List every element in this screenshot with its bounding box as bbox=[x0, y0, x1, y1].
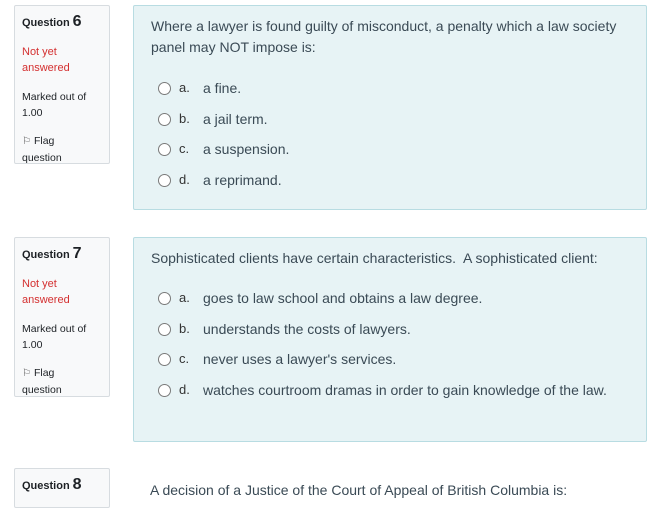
question-text: A decision of a Justice of the Court of … bbox=[150, 482, 568, 498]
answer-option[interactable]: a. a fine. bbox=[151, 78, 629, 98]
question-state: Not yet answered bbox=[22, 46, 70, 74]
radio-button[interactable] bbox=[158, 322, 171, 336]
answer-option[interactable]: b. a jail term. bbox=[151, 109, 629, 129]
question-info: Question 8 bbox=[14, 468, 110, 508]
answer-option[interactable]: d. a reprimand. bbox=[151, 170, 629, 190]
answer-text: goes to law school and obtains a law deg… bbox=[203, 290, 483, 306]
question-content: Sophisticated clients have certain chara… bbox=[133, 237, 647, 442]
answer-letter: b. bbox=[179, 320, 190, 336]
question-info: Question 6 Not yet answered Marked out o… bbox=[14, 5, 110, 164]
radio-button[interactable] bbox=[158, 383, 171, 397]
question-content: Where a lawyer is found guilty of miscon… bbox=[133, 5, 647, 210]
question-number: Question 6 bbox=[22, 13, 82, 30]
question-state: Not yet answered bbox=[22, 278, 70, 306]
flag-question-link[interactable]: ⚐ Flag question bbox=[22, 133, 82, 166]
question-text: Sophisticated clients have certain chara… bbox=[151, 250, 598, 266]
answer-list: a. a fine. b. a jail term. c. a suspensi… bbox=[151, 78, 629, 190]
question-grade: Marked out of 1.00 bbox=[22, 323, 87, 351]
answer-option[interactable]: c. never uses a lawyer's services. bbox=[151, 349, 629, 369]
flag-icon: ⚐ bbox=[22, 368, 31, 379]
flag-icon: ⚐ bbox=[22, 136, 31, 147]
radio-button[interactable] bbox=[158, 143, 171, 156]
radio-button[interactable] bbox=[158, 82, 171, 95]
question-number: Question 8 bbox=[22, 476, 82, 493]
question-info: Question 7 Not yet answered Marked out o… bbox=[14, 237, 110, 397]
answer-letter: a. bbox=[179, 80, 190, 95]
radio-button[interactable] bbox=[158, 353, 171, 366]
answer-option[interactable]: a. goes to law school and obtains a law … bbox=[151, 288, 629, 308]
question-text: Where a lawyer is found guilty of miscon… bbox=[151, 18, 617, 55]
question-number: Question 7 bbox=[22, 245, 82, 262]
question-grade: Marked out of 1.00 bbox=[22, 91, 87, 119]
answer-text: understands the costs of lawyers. bbox=[203, 320, 411, 337]
question-content: A decision of a Justice of the Court of … bbox=[133, 468, 647, 508]
answer-option[interactable]: b. understands the costs of lawyers. bbox=[151, 319, 629, 339]
answer-letter: a. bbox=[179, 290, 190, 305]
answer-text: a jail term. bbox=[203, 110, 268, 127]
answer-letter: c. bbox=[179, 141, 190, 156]
radio-button[interactable] bbox=[158, 112, 171, 126]
radio-button[interactable] bbox=[158, 173, 171, 187]
answer-list: a. goes to law school and obtains a law … bbox=[151, 288, 629, 400]
answer-text: a reprimand. bbox=[203, 171, 282, 188]
answer-text: watches courtroom dramas in order to gai… bbox=[203, 381, 607, 398]
answer-letter: b. bbox=[179, 110, 190, 126]
answer-text: a suspension. bbox=[203, 141, 290, 157]
answer-text: a fine. bbox=[203, 80, 242, 96]
answer-letter: d. bbox=[179, 171, 190, 187]
answer-text: never uses a lawyer's services. bbox=[203, 351, 397, 367]
answer-letter: c. bbox=[179, 351, 190, 366]
answer-option[interactable]: c. a suspension. bbox=[151, 139, 629, 159]
flag-question-link[interactable]: ⚐ Flag question bbox=[22, 365, 82, 398]
radio-button[interactable] bbox=[158, 292, 171, 305]
answer-option[interactable]: d. watches courtroom dramas in order to … bbox=[151, 380, 629, 400]
answer-letter: d. bbox=[179, 381, 190, 397]
